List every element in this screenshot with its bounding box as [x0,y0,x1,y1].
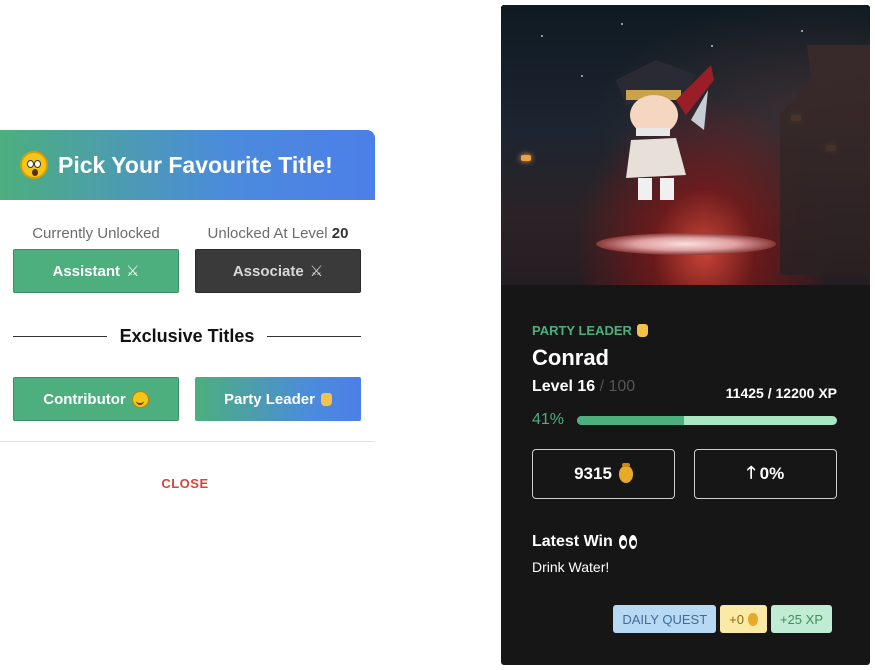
profile-stats: PARTY LEADER Conrad Level 16 / 100 11425… [532,323,837,575]
growth-box: 🡑 0% [694,449,837,499]
quest-type-badge: DAILY QUEST [613,605,717,633]
rank-title: PARTY LEADER [532,323,837,338]
profile-card: PARTY LEADER Conrad Level 16 / 100 11425… [501,5,870,665]
exclusive-titles-heading: Exclusive Titles [119,326,255,346]
coins-reward-badge: +0 [720,605,767,633]
reward-chips: DAILY QUEST +0 +25 XP [613,605,832,633]
title-button-label: Assistant [52,262,121,280]
crossed-swords-icon: ⚔ [309,263,324,280]
xp-progress: 41% [532,411,837,429]
xp-reward-badge: +25 XP [770,605,832,633]
coins-box: 9315 [532,449,675,499]
growth-value: 0% [759,464,785,483]
title-button-label: Party Leader [224,390,315,408]
title-picker-modal: Pick Your Favourite Title! Currently Unl… [0,130,375,510]
money-bag-icon [618,462,633,483]
title-button-contributor[interactable]: Contributor [13,377,179,421]
character-sprite [616,60,714,200]
latest-win-heading: Latest Win [532,533,837,551]
unlocked-at-level-label: Unlocked At Level 20 [207,225,349,242]
title-button-label: Associate [232,262,304,280]
title-columns-header: Currently Unlocked Unlocked At Level 20 [13,225,361,242]
close-button[interactable]: CLOSE [0,476,370,491]
player-name: Conrad [532,345,609,370]
hugging-face-icon [131,390,149,408]
unlock-level-value: 20 [331,225,349,242]
modal-header: Pick Your Favourite Title! [0,130,375,200]
title-button-party-leader[interactable]: Party Leader [195,377,361,421]
modal-title: Pick Your Favourite Title! [58,151,333,178]
title-button-label: Contributor [43,390,126,408]
crossed-swords-icon: ⚔ [126,263,140,280]
latest-win-section: Latest Win Drink Water! [532,533,837,575]
stat-boxes: 9315 🡑 0% [532,449,837,499]
latest-win-text: Drink Water! [532,559,610,575]
currently-unlocked-label: Currently Unlocked [32,225,160,242]
title-button-assistant[interactable]: Assistant ⚔ [13,249,179,293]
exclusive-titles-divider: Exclusive Titles [13,326,361,347]
raised-fist-icon [320,392,332,406]
title-button-associate-locked: Associate ⚔ [195,249,361,293]
xp-counter: 11425 / 12200 XP [725,385,837,401]
progress-bar-track [577,415,837,425]
character-banner-image [501,5,870,285]
astonished-face-icon [20,151,48,179]
progress-bar-fill [577,415,684,425]
modal-footer-divider [0,441,375,442]
progress-percent: 41% [532,411,565,428]
money-bag-icon [747,612,758,626]
level-row: Level 16 / 100 11425 / 12200 XP [532,378,837,401]
arrow-up-icon: 🡑 [746,462,756,482]
raised-fist-icon [636,324,648,337]
coins-value: 9315 [574,464,612,483]
level-indicator: Level 16 / 100 [532,378,636,395]
eyes-icon [618,535,639,549]
